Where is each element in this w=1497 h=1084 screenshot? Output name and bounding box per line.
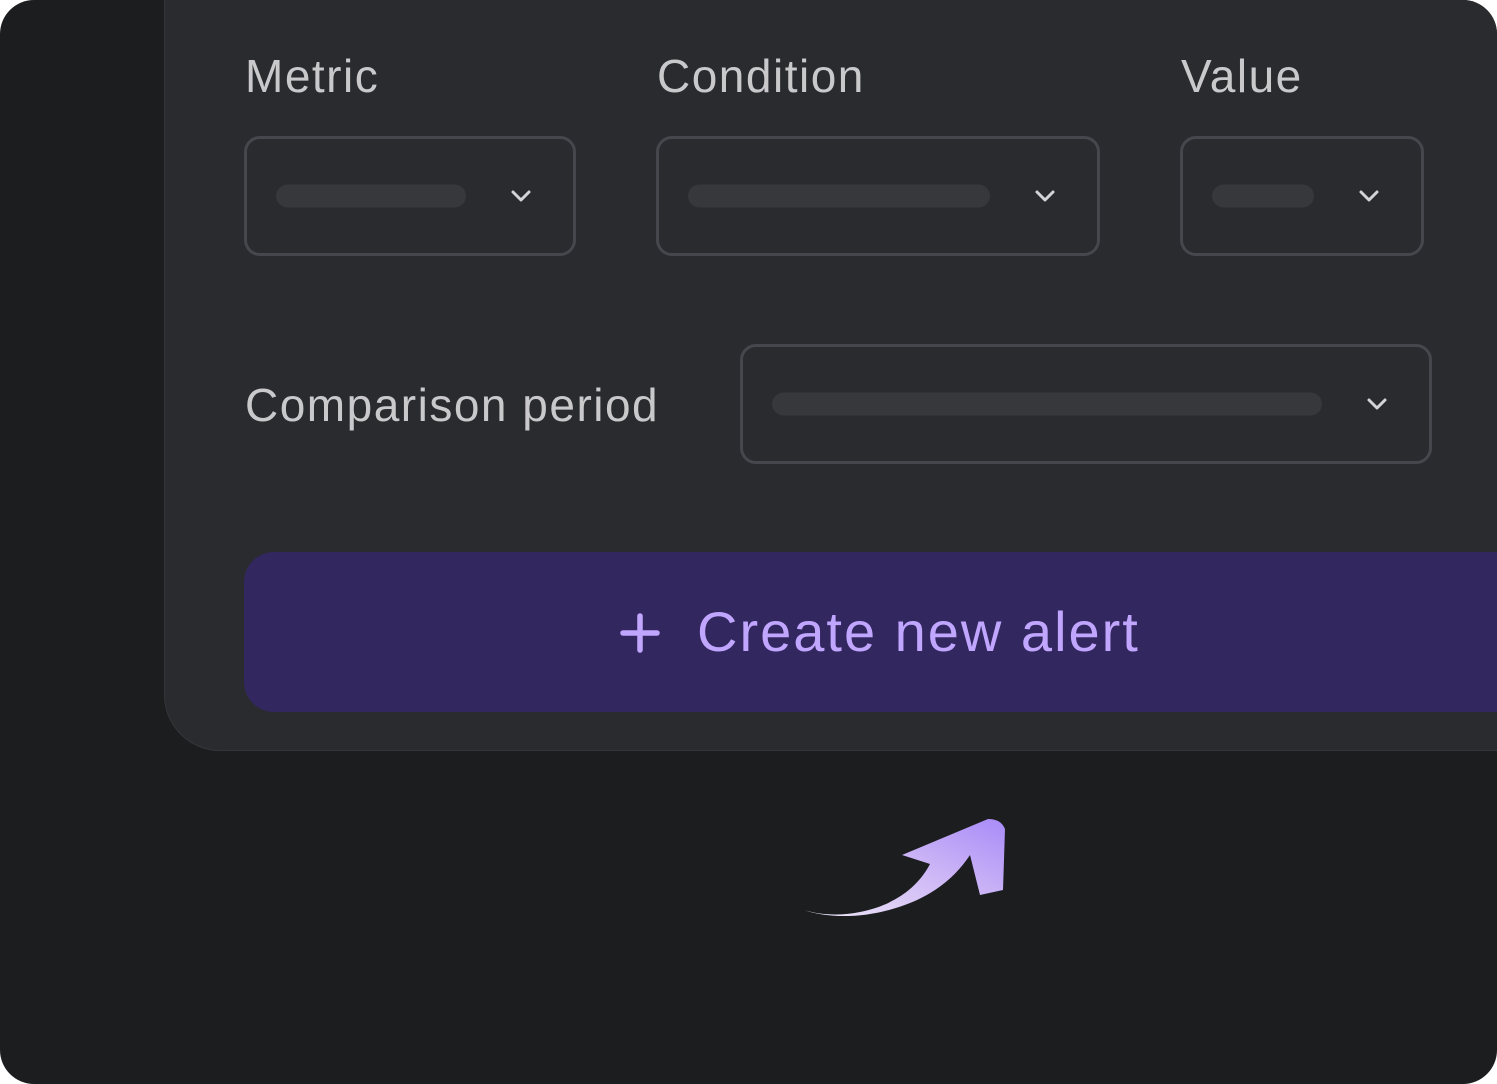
chevron-down-icon [511,190,531,202]
value-select[interactable] [1180,136,1424,256]
chevron-down-icon [1035,190,1055,202]
value-select-placeholder [1212,184,1314,208]
comparison-period-select-placeholder [772,392,1322,416]
curved-arrow-icon [804,819,1005,917]
condition-label: Condition [657,50,865,102]
create-new-alert-label: Create new alert [697,600,1140,663]
condition-select-placeholder [688,184,990,208]
metric-select[interactable] [244,136,576,256]
value-label: Value [1181,50,1303,102]
comparison-period-select[interactable] [740,344,1432,464]
condition-select[interactable] [656,136,1100,256]
chevron-down-icon [1367,398,1387,410]
comparison-period-label: Comparison period [245,379,660,431]
chevron-down-icon [1359,190,1379,202]
metric-select-placeholder [276,184,466,208]
create-new-alert-button[interactable]: Create new alert [244,552,1497,712]
metric-label: Metric [245,50,380,102]
plus-icon [620,613,660,653]
screen-background: Metric Condition Value Comparison period [0,0,1497,1084]
